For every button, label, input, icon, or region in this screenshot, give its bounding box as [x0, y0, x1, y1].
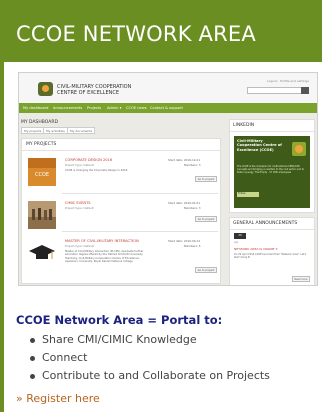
- portal-navbar: My dashboard Announcements Projects Admi…: [19, 103, 317, 113]
- linkedin-description: The CCOE is the champion for multination…: [237, 165, 305, 174]
- dashboard-sidebar: LINKEDIN Civil-Military Cooperation Cent…: [229, 119, 315, 285]
- register-link[interactable]: » Register here: [16, 392, 100, 405]
- project-start-date: Start date: 2016-12-01: [168, 158, 201, 162]
- divider: [62, 193, 218, 194]
- project-name: MASTER OF CIVIL-MILITARY INTERACTION: [65, 239, 139, 243]
- project-description: CCOE is changing the Corporate Design in…: [65, 169, 129, 172]
- tab-my-activities: My activities: [43, 127, 68, 134]
- divider: [230, 131, 314, 132]
- project-type: Project type: Default: [65, 244, 94, 248]
- network-area-screenshot: CIVIL-MILITARY COOPERATION CENTRE OF EXC…: [18, 72, 318, 286]
- page-frame: CCOE NETWORK AREA CIVIL-MILITARY COOPERA…: [0, 0, 322, 412]
- nav-item: Announcements: [53, 106, 83, 110]
- nav-item: Admin ▾: [107, 106, 122, 110]
- tab-my-projects: My projects: [21, 127, 45, 134]
- linkedin-card: Civil-Military Cooperation Centre of Exc…: [234, 136, 310, 208]
- announcements-title: GENERAL ANNOUNCEMENTS: [233, 221, 298, 226]
- dashboard-title: MY DASHBOARD: [21, 120, 58, 125]
- nav-item: My dashboard: [23, 106, 49, 110]
- announcement-headline: NETWORK AREA IS ONLINE ✈: [234, 247, 278, 251]
- project-members: Members: 3: [184, 206, 201, 210]
- graduation-cap-icon: [29, 245, 55, 259]
- nav-item: CCOE news: [126, 106, 147, 110]
- ccoe-logo-icon: [292, 142, 306, 156]
- project-item: MASTER OF CIVIL-MILITARY INTERACTION Pro…: [22, 235, 220, 275]
- project-start-date: Start date: 2016-09-12: [168, 239, 201, 243]
- project-start-date: Start date: 2016-01-01: [168, 201, 201, 205]
- project-thumbnail: CCOE: [28, 158, 56, 186]
- project-name: CORPORATE DESIGN 2016: [65, 158, 113, 162]
- divider: [22, 150, 220, 151]
- header-banner: CCOE NETWORK AREA: [4, 0, 322, 62]
- read-more-button: Read more: [292, 276, 310, 282]
- list-item: Contribute to and Collaborate on Project…: [28, 369, 270, 387]
- go-to-project-button: Go to project: [195, 216, 217, 222]
- project-description: Master of Civil-Military Interaction (M-…: [65, 250, 144, 264]
- project-members: Members: 5: [184, 244, 201, 248]
- my-projects-panel: MY PROJECTS CCOE CORPORATE DESIGN 2016 P…: [21, 138, 221, 284]
- list-item: Share CMI/CIMIC Knowledge: [28, 333, 270, 351]
- list-item: Connect: [28, 351, 270, 369]
- linkedin-panel: LINKEDIN Civil-Military Cooperation Cent…: [229, 119, 315, 213]
- go-to-project-button: Go to project: [195, 267, 217, 273]
- org-name-line2: CENTRE OF EXCELLENCE: [57, 90, 120, 96]
- project-name: CIMIC EVENTS: [65, 201, 91, 205]
- tab-my-documents: My documents: [67, 127, 96, 134]
- portal-heading: CCOE Network Area = Portal to:: [16, 313, 223, 327]
- linkedin-follow-button: Follow: [237, 192, 259, 197]
- top-links: Logout · Profile and settings: [267, 79, 309, 83]
- portal-topbar: CIVIL-MILITARY COOPERATION CENTRE OF EXC…: [19, 73, 317, 103]
- project-type: Project type: Default: [65, 206, 94, 210]
- announcements-panel: GENERAL ANNOUNCEMENTS 29 Apr NETWORK ARE…: [229, 217, 315, 285]
- page-title: CCOE NETWORK AREA: [16, 22, 256, 46]
- dashboard-main: MY DASHBOARD My projects My activities M…: [19, 119, 225, 285]
- project-type: Project type: Default: [65, 163, 94, 167]
- linkedin-title: LINKEDIN: [233, 123, 255, 128]
- projects-title: MY PROJECTS: [26, 142, 57, 147]
- go-to-project-button: Go to project: [195, 176, 217, 182]
- project-members: Members: 3: [184, 163, 201, 167]
- search-input: [247, 87, 309, 94]
- project-thumbnail: [28, 201, 56, 229]
- thumbnail-label: CCOE: [35, 172, 49, 178]
- announcement-text: On 29 April 2016 CCOE launched their "Ne…: [234, 253, 307, 260]
- project-item: CCOE CORPORATE DESIGN 2016 Project type:…: [22, 154, 220, 194]
- feature-list: Share CMI/CIMIC Knowledge Connect Contri…: [28, 333, 270, 387]
- divider: [62, 231, 218, 232]
- linkedin-org-name: Civil-Military Cooperation Centre of Exc…: [237, 139, 282, 152]
- divider: [230, 229, 314, 230]
- announcement-month: Apr: [234, 241, 239, 244]
- ccoe-logo-icon: [38, 82, 53, 96]
- nav-item: Contact & support: [150, 106, 183, 110]
- announcement-date-badge: 29: [234, 233, 246, 239]
- nav-item: Projects: [87, 106, 102, 110]
